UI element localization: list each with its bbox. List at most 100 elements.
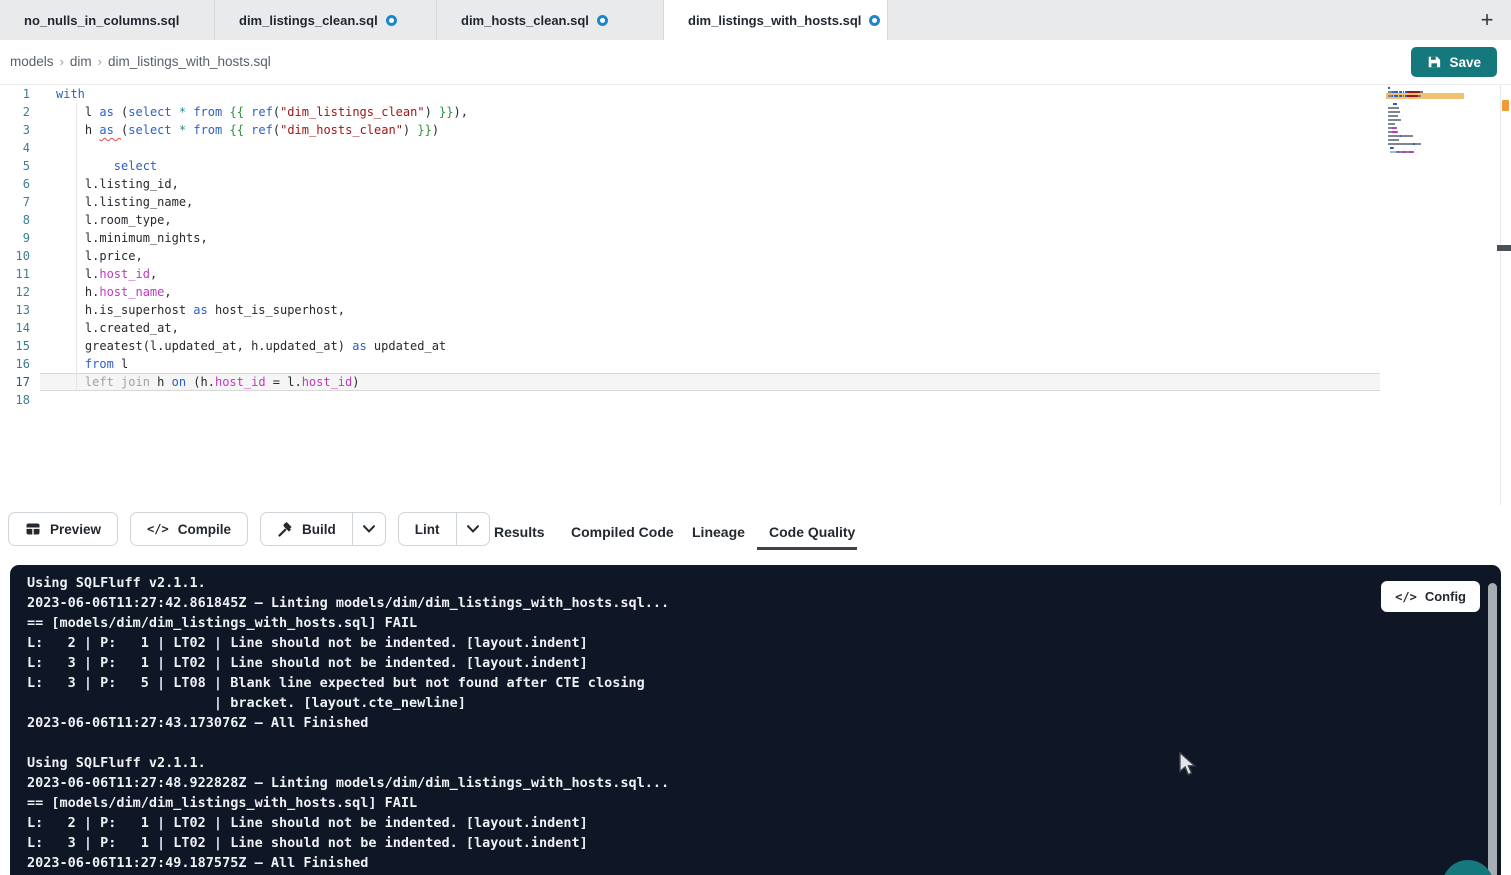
new-tab-button[interactable]: + — [1473, 6, 1501, 34]
breadcrumb: models › dim › dim_listings_with_hosts.sql — [10, 54, 271, 69]
terminal-line: L: 3 | P: 5 | LT08 | Blank line expected… — [27, 673, 669, 693]
line-number: 12 — [0, 283, 30, 301]
code-line: left join h on (h.host_id = l.host_id) — [56, 373, 468, 391]
line-number: 5 — [0, 157, 30, 175]
terminal-line: L: 3 | P: 1 | LT02 | Line should not be … — [27, 833, 669, 853]
tab-label: dim_hosts_clean.sql — [461, 13, 589, 28]
code-line: h.host_name, — [56, 283, 468, 301]
minimap-line — [1388, 151, 1462, 153]
code-line: l.listing_id, — [56, 175, 468, 193]
terminal-line: == [models/dim/dim_listings_with_hosts.s… — [27, 613, 669, 633]
config-label: Config — [1425, 589, 1466, 604]
unsaved-changes-dot[interactable] — [869, 15, 880, 26]
code-line: l as (select * from {{ ref("dim_listings… — [56, 103, 468, 121]
active-tab-underline — [757, 547, 857, 550]
line-number-gutter: 123456789101112131415161718 — [0, 85, 30, 409]
save-button[interactable]: Save — [1411, 47, 1497, 77]
code-content[interactable]: with l as (select * from {{ ref("dim_lis… — [56, 85, 468, 409]
config-button[interactable]: </> Config — [1381, 581, 1480, 612]
breadcrumb-chevron-icon: › — [98, 54, 102, 69]
editor-tab[interactable]: dim_listings_with_hosts.sql — [664, 0, 888, 40]
terminal-line: Using SQLFluff v2.1.1. — [27, 753, 669, 773]
terminal-scrollbar-thumb[interactable] — [1488, 583, 1497, 875]
code-line: h.is_superhost as host_is_superhost, — [56, 301, 468, 319]
line-number: 7 — [0, 193, 30, 211]
panel-tab-lineage[interactable]: Lineage — [692, 524, 745, 540]
minimap-line — [1388, 91, 1462, 93]
breadcrumb-item[interactable]: dim_listings_with_hosts.sql — [108, 54, 271, 69]
line-number: 16 — [0, 355, 30, 373]
line-number: 14 — [0, 319, 30, 337]
code-line: l.minimum_nights, — [56, 229, 468, 247]
unsaved-changes-dot[interactable] — [597, 15, 608, 26]
panel-tab-results[interactable]: Results — [494, 524, 545, 540]
code-line: with — [56, 85, 468, 103]
line-number: 17 — [0, 373, 30, 391]
code-line: h as (select * from {{ ref("dim_hosts_cl… — [56, 121, 468, 139]
line-number: 3 — [0, 121, 30, 139]
minimap-line — [1388, 131, 1462, 133]
tab-bar: no_nulls_in_columns.sql dim_listings_clea… — [0, 0, 1511, 40]
breadcrumb-bar: models › dim › dim_listings_with_hosts.sql S… — [0, 40, 1511, 85]
line-number: 6 — [0, 175, 30, 193]
code-line: l.price, — [56, 247, 468, 265]
minimap-line — [1388, 147, 1462, 149]
breadcrumb-item[interactable]: dim — [70, 54, 92, 69]
code-line — [56, 139, 468, 157]
minimap-line — [1388, 123, 1462, 125]
unsaved-changes-dot[interactable] — [386, 15, 397, 26]
minimap-line — [1388, 103, 1462, 105]
breadcrumb-item[interactable]: models — [10, 54, 54, 69]
minimap-line — [1388, 107, 1462, 109]
terminal-line: 2023-06-06T11:27:42.861845Z – Linting mo… — [27, 593, 669, 613]
minimap-line — [1388, 139, 1462, 141]
code-line: l.host_id, — [56, 265, 468, 283]
terminal-line: L: 3 | P: 1 | LT02 | Line should not be … — [27, 653, 669, 673]
line-number: 1 — [0, 85, 30, 103]
result-panel-tabs: Results Compiled Code Lineage Code Quality — [0, 505, 1511, 565]
tab-label: no_nulls_in_columns.sql — [24, 13, 179, 28]
terminal-line: | bracket. [layout.cte_newline] — [27, 693, 669, 713]
save-button-label: Save — [1449, 55, 1481, 70]
editor-scrollbar-thumb[interactable] — [1497, 245, 1511, 251]
code-line: greatest(l.updated_at, h.updated_at) as … — [56, 337, 468, 355]
minimap-line — [1388, 127, 1462, 129]
save-icon — [1427, 55, 1441, 69]
line-number: 9 — [0, 229, 30, 247]
line-number: 2 — [0, 103, 30, 121]
terminal-line: 2023-06-06T11:27:48.922828Z – Linting mo… — [27, 773, 669, 793]
line-number: 13 — [0, 301, 30, 319]
lint-warning-marker — [1502, 100, 1509, 111]
code-line: select — [56, 157, 468, 175]
code-editor[interactable]: 123456789101112131415161718 with l as (s… — [0, 85, 1511, 505]
line-number: 8 — [0, 211, 30, 229]
minimap-line — [1388, 115, 1462, 117]
breadcrumb-chevron-icon: › — [60, 54, 64, 69]
code-line: from l — [56, 355, 468, 373]
line-number: 18 — [0, 391, 30, 409]
terminal-line: == [models/dim/dim_listings_with_hosts.s… — [27, 793, 669, 813]
terminal-line: L: 2 | P: 1 | LT02 | Line should not be … — [27, 633, 669, 653]
minimap-line — [1388, 135, 1462, 137]
minimap-line — [1388, 143, 1462, 145]
minimap-line — [1388, 87, 1462, 89]
minimap-line — [1388, 95, 1462, 97]
tab-label: dim_listings_with_hosts.sql — [688, 13, 861, 28]
line-number: 15 — [0, 337, 30, 355]
terminal-line — [27, 733, 669, 753]
editor-tab[interactable]: dim_hosts_clean.sql — [437, 0, 664, 40]
terminal-line: L: 2 | P: 1 | LT02 | Line should not be … — [27, 813, 669, 833]
lint-terminal-panel: Using SQLFluff v2.1.1.2023-06-06T11:27:4… — [10, 565, 1501, 875]
code-line: l.listing_name, — [56, 193, 468, 211]
line-number: 11 — [0, 265, 30, 283]
panel-tab-code-quality[interactable]: Code Quality — [769, 524, 855, 540]
code-line: l.created_at, — [56, 319, 468, 337]
line-number: 4 — [0, 139, 30, 157]
editor-tab[interactable]: no_nulls_in_columns.sql — [0, 0, 215, 40]
editor-tab[interactable]: dim_listings_clean.sql — [215, 0, 437, 40]
minimap[interactable] — [1388, 87, 1462, 159]
editor-right-divider — [1500, 85, 1501, 505]
action-toolbar: Preview </> Compile Build Lin — [0, 505, 1511, 565]
panel-tab-compiled-code[interactable]: Compiled Code — [571, 524, 674, 540]
minimap-line — [1388, 155, 1462, 157]
